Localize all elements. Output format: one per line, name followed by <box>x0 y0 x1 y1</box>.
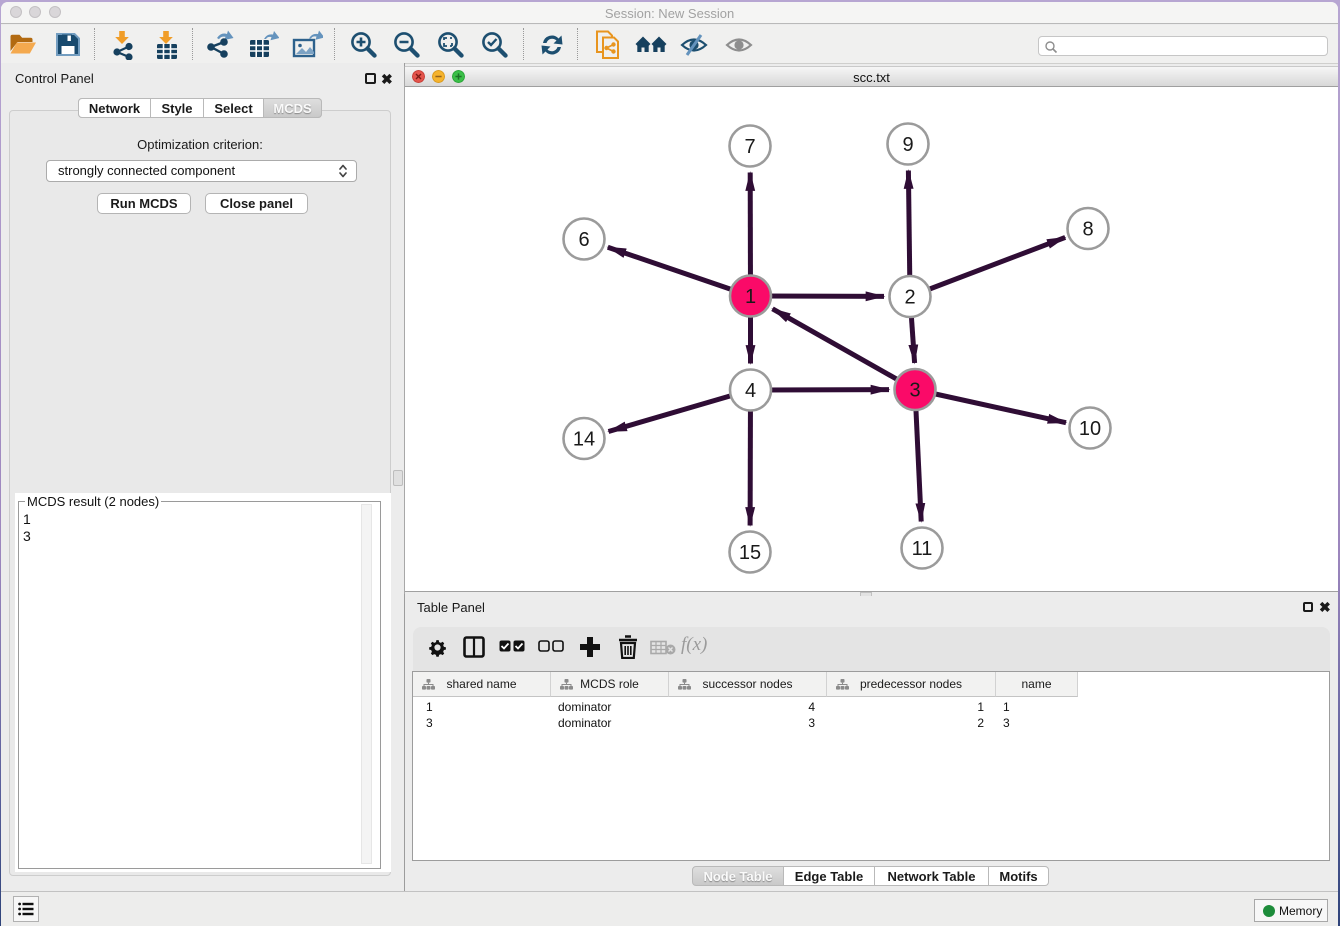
svg-text:9: 9 <box>902 134 913 156</box>
svg-text:10: 10 <box>1079 418 1101 440</box>
svg-text:6: 6 <box>578 229 589 251</box>
svg-text:11: 11 <box>912 538 933 560</box>
svg-text:8: 8 <box>1082 219 1093 241</box>
svg-text:14: 14 <box>573 429 595 451</box>
svg-text:15: 15 <box>739 542 761 564</box>
svg-text:7: 7 <box>744 136 755 158</box>
svg-text:1: 1 <box>745 286 756 308</box>
svg-text:4: 4 <box>745 380 756 402</box>
svg-text:2: 2 <box>904 287 915 309</box>
svg-text:3: 3 <box>909 380 920 402</box>
